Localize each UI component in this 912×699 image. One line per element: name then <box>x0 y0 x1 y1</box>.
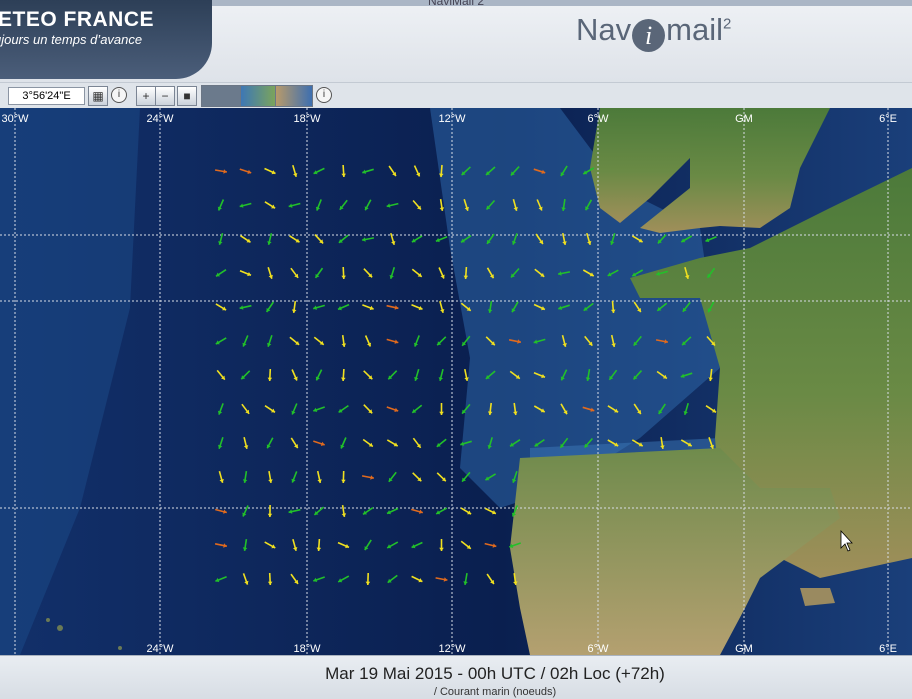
lon-label: GM <box>735 643 753 655</box>
meteo-france-banner: METEO FRANCE Toujours un temps d’avance <box>0 0 212 79</box>
lon-label: 6°W <box>588 643 610 655</box>
lon-label: 12°W <box>438 113 466 125</box>
lon-label: 24°W <box>146 643 174 655</box>
brand-name: METEO FRANCE <box>0 8 154 32</box>
zoom-out-button[interactable]: − <box>155 86 175 106</box>
logo-text-nav: Nav <box>576 12 631 47</box>
layer-info-icon[interactable]: i <box>316 87 332 103</box>
forecast-datetime: Mar 19 Mai 2015 - 00h UTC / 02h Loc (+72… <box>0 664 912 684</box>
logo-info-icon: i <box>632 19 665 52</box>
app-header: NaviMail 2 METEO FRANCE Toujours un temp… <box>0 0 912 108</box>
lon-label: 24°W <box>146 113 174 125</box>
balearic-islands <box>800 588 835 606</box>
fullscreen-icon[interactable]: ■ <box>177 86 197 106</box>
azores-island <box>57 625 63 631</box>
brand-tagline: Toujours un temps d’avance <box>0 32 142 47</box>
logo-version: 2 <box>723 16 731 33</box>
zoom-in-button[interactable]: + <box>136 86 156 106</box>
map-toolbar: 3°56'24"E ▦ i + − ■ i <box>0 82 912 108</box>
map-canvas[interactable]: 30°W 24°W 18°W 12°W 6°W GM 6°E 24°W 18°W… <box>0 108 912 655</box>
azores-island <box>118 646 122 650</box>
logo-text-mail: mail <box>666 12 723 47</box>
lon-label: GM <box>735 113 753 125</box>
lon-label: 6°W <box>588 113 610 125</box>
coordinate-field[interactable]: 3°56'24"E <box>8 87 85 105</box>
navimail-logo: Navimail2 <box>576 12 731 52</box>
lon-label: 6°E <box>879 113 897 125</box>
ocean-current-map[interactable]: 30°W 24°W 18°W 12°W 6°W GM 6°E 24°W 18°W… <box>0 108 912 655</box>
map-footer: Mar 19 Mai 2015 - 00h UTC / 02h Loc (+72… <box>0 655 912 699</box>
layer-thumbnail-2[interactable] <box>240 85 276 107</box>
lon-label: 30°W <box>1 113 29 125</box>
lon-label: 12°W <box>438 643 466 655</box>
azores-island <box>46 618 50 622</box>
layer-thumbnail-1[interactable] <box>201 85 241 107</box>
lon-label: 18°W <box>293 113 321 125</box>
parameter-legend: / Courant marin (noeuds) <box>0 686 912 698</box>
lon-label: 18°W <box>293 643 321 655</box>
lon-label: 6°E <box>879 643 897 655</box>
layer-thumbnail-3[interactable] <box>275 85 313 107</box>
info-icon[interactable]: i <box>111 87 127 103</box>
globe-grid-icon[interactable]: ▦ <box>88 86 108 106</box>
